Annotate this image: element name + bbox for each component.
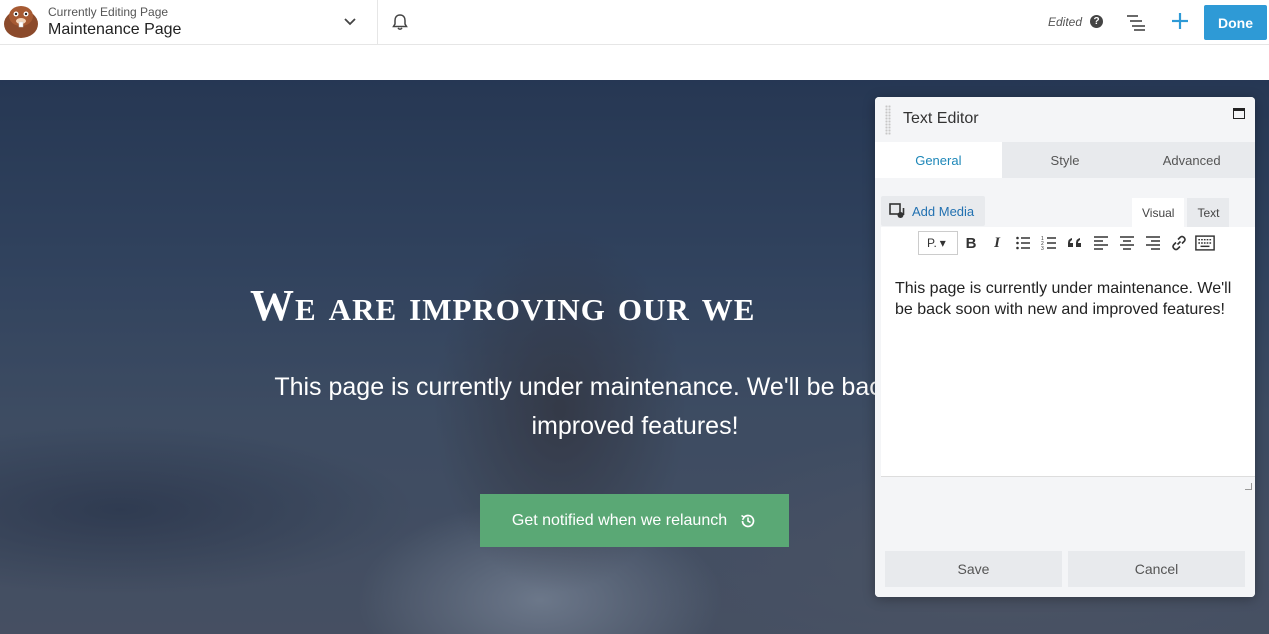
outline-icon[interactable] [1126,13,1146,31]
svg-text:3: 3 [1041,246,1044,251]
align-center-icon[interactable] [1114,231,1140,255]
tab-style[interactable]: Style [1002,142,1129,178]
tab-text[interactable]: Text [1187,198,1230,227]
link-icon[interactable] [1166,231,1192,255]
canvas-strip [0,45,1269,80]
blockquote-icon[interactable] [1062,231,1088,255]
top-bar: Currently Editing Page Maintenance Page … [0,0,1269,45]
panel-tabs: General Style Advanced [875,142,1255,178]
chevron-down-icon[interactable] [340,12,360,32]
text-editor-panel: Text Editor General Style Advanced Add M… [875,97,1255,597]
editor-content[interactable]: This page is currently under maintenance… [895,278,1235,320]
drag-handle-icon[interactable] [885,105,891,135]
tab-general[interactable]: General [875,142,1002,178]
page-name: Maintenance Page [48,21,182,38]
notify-button[interactable]: Get notified when we relaunch [480,494,789,547]
media-icon [889,202,905,218]
hero-title[interactable]: We are improving our we [250,280,755,331]
bullet-list-icon[interactable] [1010,231,1036,255]
align-right-icon[interactable] [1140,231,1166,255]
tab-visual[interactable]: Visual [1132,198,1185,227]
plus-icon[interactable] [1170,11,1190,31]
editor-box: P. ▾ B I 123 This page is currently unde… [881,227,1255,477]
add-media-label: Add Media [912,203,975,219]
tab-advanced[interactable]: Advanced [1128,142,1255,178]
italic-icon[interactable]: I [984,231,1010,255]
editing-subtitle: Currently Editing Page [48,5,169,19]
page-info[interactable]: Currently Editing Page Maintenance Page [48,5,181,40]
add-media-button[interactable]: Add Media [881,196,985,226]
panel-body: Add Media Visual Text P. ▾ B I 123 This … [875,178,1255,597]
align-left-icon[interactable] [1088,231,1114,255]
editor-mode-tabs: Visual Text [1132,198,1230,227]
bold-icon[interactable]: B [958,231,984,255]
history-icon [741,514,755,527]
save-button[interactable]: Save [885,551,1062,587]
cancel-button[interactable]: Cancel [1068,551,1245,587]
keyboard-icon[interactable] [1192,231,1218,255]
numbered-list-icon[interactable]: 123 [1036,231,1062,255]
maximize-icon[interactable] [1233,108,1245,119]
bell-icon[interactable] [390,12,410,32]
divider [377,0,378,45]
resize-handle-icon[interactable] [1245,483,1252,490]
notify-button-label: Get notified when we relaunch [511,511,728,529]
panel-header[interactable]: Text Editor [875,97,1255,142]
editor-toolbar: P. ▾ B I 123 [918,231,1218,255]
format-select-value: P. [927,236,937,250]
caret-down-icon: ▾ [939,236,946,250]
edited-status: Edited [1048,15,1083,29]
done-button[interactable]: Done [1204,5,1267,40]
help-icon[interactable]: ? [1090,15,1103,28]
format-select[interactable]: P. ▾ [918,231,958,255]
beaver-logo-icon[interactable] [2,4,40,40]
panel-title: Text Editor [903,110,979,127]
